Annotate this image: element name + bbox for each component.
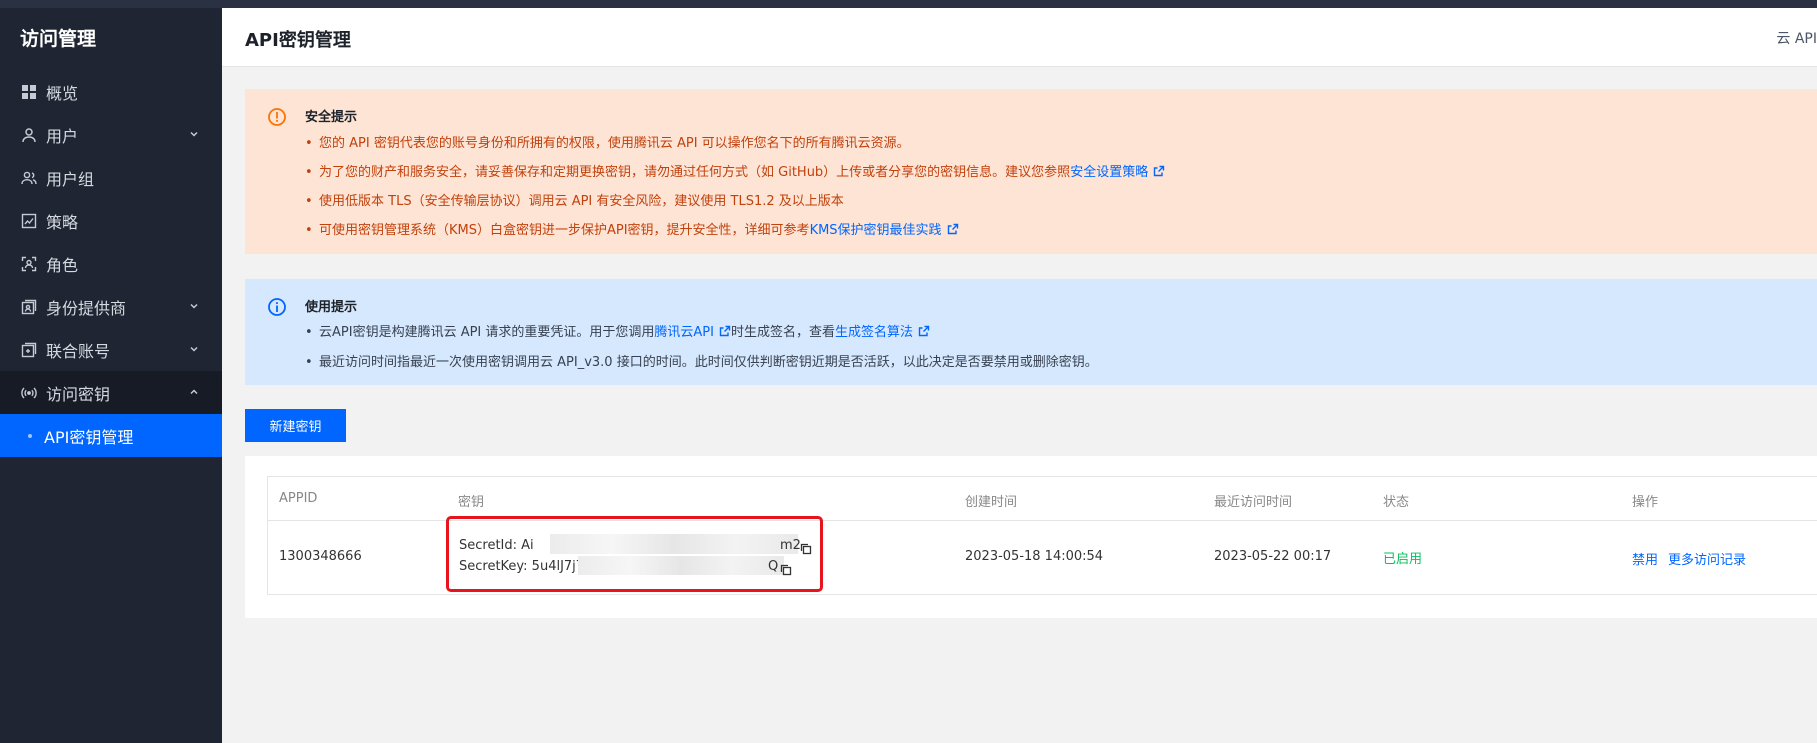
disable-key-link[interactable]: 禁用	[1632, 549, 1658, 568]
sidebar-item-roles[interactable]: 角色	[0, 242, 222, 285]
sidebar-item-label: 用户组	[46, 169, 95, 189]
warning-icon	[267, 107, 287, 127]
create-key-button[interactable]: 新建密钥	[245, 409, 346, 442]
created-time-cell: 2023-05-18 14:00:54	[965, 549, 1104, 564]
more-access-records-link[interactable]: 更多访问记录	[1668, 549, 1746, 568]
column-header-appid: APPID	[279, 491, 318, 506]
usage-tip-list: 云API密钥是构建腾讯云 API 请求的重要凭证。用于您调用腾讯云API时生成签…	[305, 318, 1098, 378]
federated-account-icon	[20, 341, 38, 359]
chevron-down-icon	[188, 128, 200, 140]
external-link-icon[interactable]	[1153, 159, 1165, 177]
sidebar-item-policies[interactable]: 策略	[0, 199, 222, 242]
sidebar-item-label: 角色	[46, 255, 79, 275]
column-header-ops: 操作	[1632, 495, 1659, 510]
list-item: 可使用密钥管理系统（KMS）白盒密钥进一步保护API密钥，提升安全性，详细可参考…	[305, 216, 1165, 245]
sidebar-item-users[interactable]: 用户	[0, 113, 222, 156]
list-item: 为了您的财产和服务安全，请妥善保存和定期更换密钥，请勿通过任何方式（如 GitH…	[305, 158, 1165, 187]
column-header-key: 密钥	[458, 495, 485, 510]
security-policy-link[interactable]: 安全设置策略	[1070, 165, 1148, 180]
page-title: API密钥管理	[245, 30, 351, 51]
main-header: API密钥管理 云 API	[222, 8, 1817, 67]
sidebar-item-label: 策略	[46, 212, 79, 232]
kms-best-practice-link[interactable]: KMS保护密钥最佳实践	[810, 223, 942, 238]
user-group-icon	[20, 169, 38, 187]
identity-provider-icon	[20, 298, 38, 316]
sidebar-item-label: 概览	[46, 83, 79, 103]
top-bar	[0, 0, 1817, 8]
chevron-down-icon	[188, 343, 200, 355]
sidebar-item-access-keys[interactable]: 访问密钥	[0, 371, 222, 414]
sidebar-item-overview[interactable]: 概览	[0, 70, 222, 113]
column-header-status: 状态	[1383, 495, 1410, 510]
appid-cell: 1300348666	[279, 549, 362, 564]
last-access-cell: 2023-05-22 00:17	[1214, 549, 1332, 564]
list-item: 最近访问时间指最近一次使用密钥调用云 API_v3.0 接口的时间。此时间仅供判…	[305, 348, 1098, 378]
chevron-down-icon	[188, 300, 200, 312]
list-item: 云API密钥是构建腾讯云 API 请求的重要凭证。用于您调用腾讯云API时生成签…	[305, 318, 1098, 348]
security-tip-title: 安全提示	[305, 110, 358, 125]
sidebar: 访问管理 概览 用户 用户组 策略 角色 身份提供商 联合账号 访问密钥 API…	[0, 8, 222, 743]
chevron-up-icon	[188, 386, 200, 398]
bullet-dot	[28, 433, 32, 438]
usage-tip-title: 使用提示	[305, 300, 358, 315]
sidebar-item-federated-accounts[interactable]: 联合账号	[0, 328, 222, 371]
sidebar-subitem-label: API密钥管理	[44, 427, 134, 447]
header-cloud-api-link[interactable]: 云 API	[1776, 28, 1817, 48]
list-item: 您的 API 密钥代表您的账号身份和所拥有的权限，使用腾讯云 API 可以操作您…	[305, 129, 1165, 158]
tencent-cloud-api-link[interactable]: 腾讯云API	[654, 325, 714, 340]
external-link-icon[interactable]	[947, 217, 959, 235]
signature-algorithm-link[interactable]: 生成签名算法	[835, 325, 913, 340]
external-link-icon[interactable]	[719, 319, 731, 337]
usage-tip-alert: 使用提示 云API密钥是构建腾讯云 API 请求的重要凭证。用于您调用腾讯云AP…	[245, 279, 1817, 385]
column-header-last-access: 最近访问时间	[1214, 495, 1293, 510]
sidebar-item-label: 身份提供商	[46, 298, 127, 318]
grid-icon	[20, 83, 38, 101]
status-badge: 已启用	[1383, 552, 1423, 567]
user-icon	[20, 126, 38, 144]
column-header-created: 创建时间	[965, 495, 1018, 510]
policy-icon	[20, 212, 38, 230]
sidebar-item-label: 访问密钥	[46, 384, 111, 404]
security-tip-alert: 安全提示 您的 API 密钥代表您的账号身份和所拥有的权限，使用腾讯云 API …	[245, 89, 1817, 254]
table-header: APPID 密钥 创建时间 最近访问时间 状态 操作	[268, 477, 1817, 521]
key-signal-icon	[20, 384, 38, 402]
info-icon	[267, 297, 287, 317]
sidebar-item-label: 用户	[46, 126, 79, 146]
list-item: 使用低版本 TLS（安全传输层协议）调用云 API 有安全风险，建议使用 TLS…	[305, 187, 1165, 216]
role-icon	[20, 255, 38, 273]
sidebar-title: 访问管理	[20, 28, 97, 50]
sidebar-item-label: 联合账号	[46, 341, 111, 361]
sidebar-subitem-api-key-management[interactable]: API密钥管理	[0, 414, 222, 457]
external-link-icon[interactable]	[918, 319, 930, 337]
security-tip-list: 您的 API 密钥代表您的账号身份和所拥有的权限，使用腾讯云 API 可以操作您…	[305, 129, 1165, 245]
sidebar-item-user-groups[interactable]: 用户组	[0, 156, 222, 199]
sidebar-item-identity-providers[interactable]: 身份提供商	[0, 285, 222, 328]
highlight-annotation-box	[446, 516, 823, 592]
